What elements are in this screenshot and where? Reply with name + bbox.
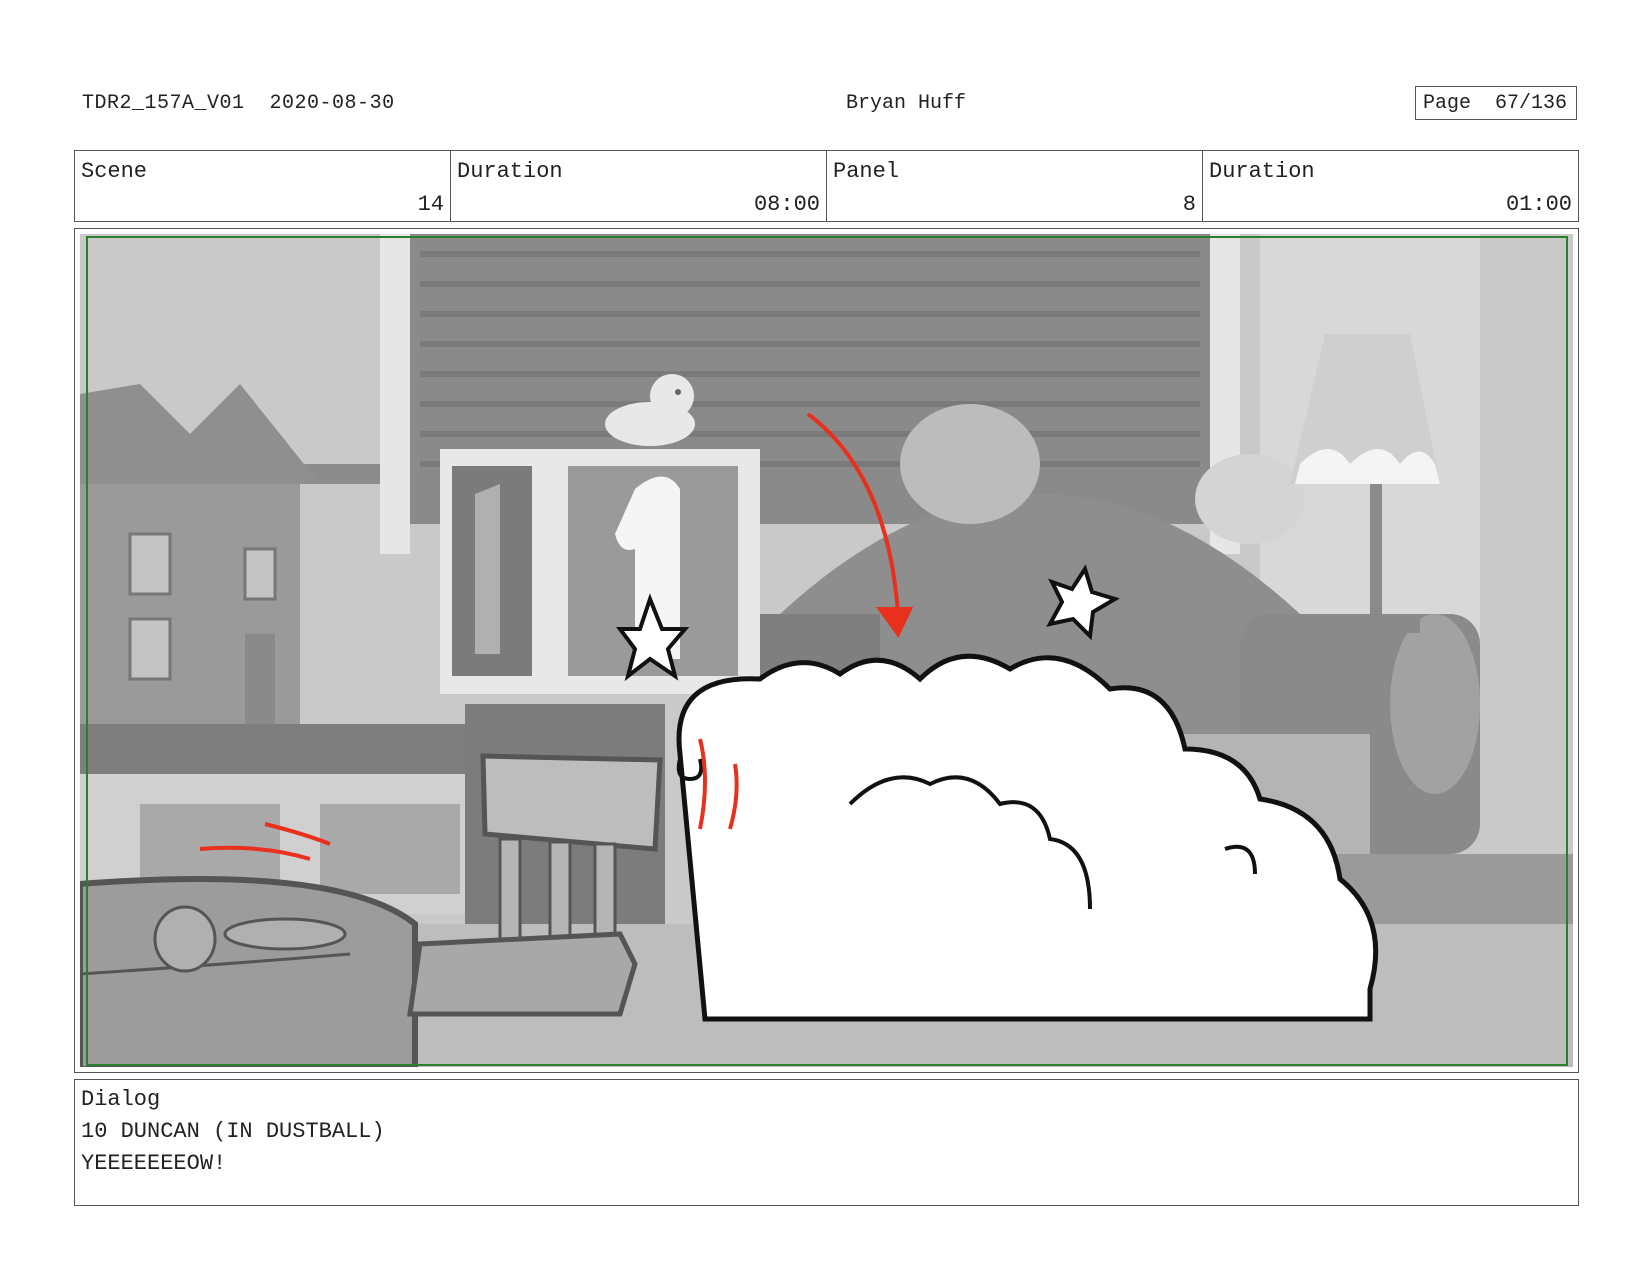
- scene-duration-value: 08:00: [753, 192, 820, 217]
- dialog-character-line: 10 DUNCAN (IN DUSTBALL): [81, 1119, 385, 1144]
- dialog-label: Dialog: [81, 1087, 161, 1112]
- scene-value: 14: [417, 192, 444, 217]
- page-indicator: Page 67/136: [1415, 86, 1577, 120]
- panel-duration-value: 01:00: [1505, 192, 1572, 217]
- panel-duration-cell: Duration 01:00: [1203, 151, 1578, 221]
- scene-label: Scene: [81, 159, 148, 184]
- page-label: Page: [1423, 92, 1472, 115]
- panel-cell: Panel 8: [827, 151, 1203, 221]
- production-header: TDR2_157A_V01 2020-08-30: [82, 92, 395, 115]
- scene-cell: Scene 14: [75, 151, 451, 221]
- production-id: TDR2_157A_V01: [82, 92, 245, 115]
- storyboard-panel: [80, 234, 1573, 1067]
- panel-label: Panel: [833, 159, 900, 184]
- info-row: Scene 14 Duration 08:00 Panel 8 Duration…: [74, 150, 1579, 222]
- scene-duration-cell: Duration 08:00: [451, 151, 827, 221]
- artist-name: Bryan Huff: [846, 92, 967, 115]
- board-date: 2020-08-30: [269, 92, 395, 115]
- dialog-box: Dialog 10 DUNCAN (IN DUSTBALL) YEEEEEEEO…: [74, 1079, 1579, 1206]
- page-number: 67/136: [1495, 92, 1568, 115]
- panel-duration-label: Duration: [1209, 159, 1315, 184]
- dialog-speech-line: YEEEEEEEOW!: [81, 1151, 227, 1176]
- table-icon: [80, 876, 418, 1067]
- panel-value: 8: [1182, 192, 1196, 217]
- scene-duration-label: Duration: [457, 159, 563, 184]
